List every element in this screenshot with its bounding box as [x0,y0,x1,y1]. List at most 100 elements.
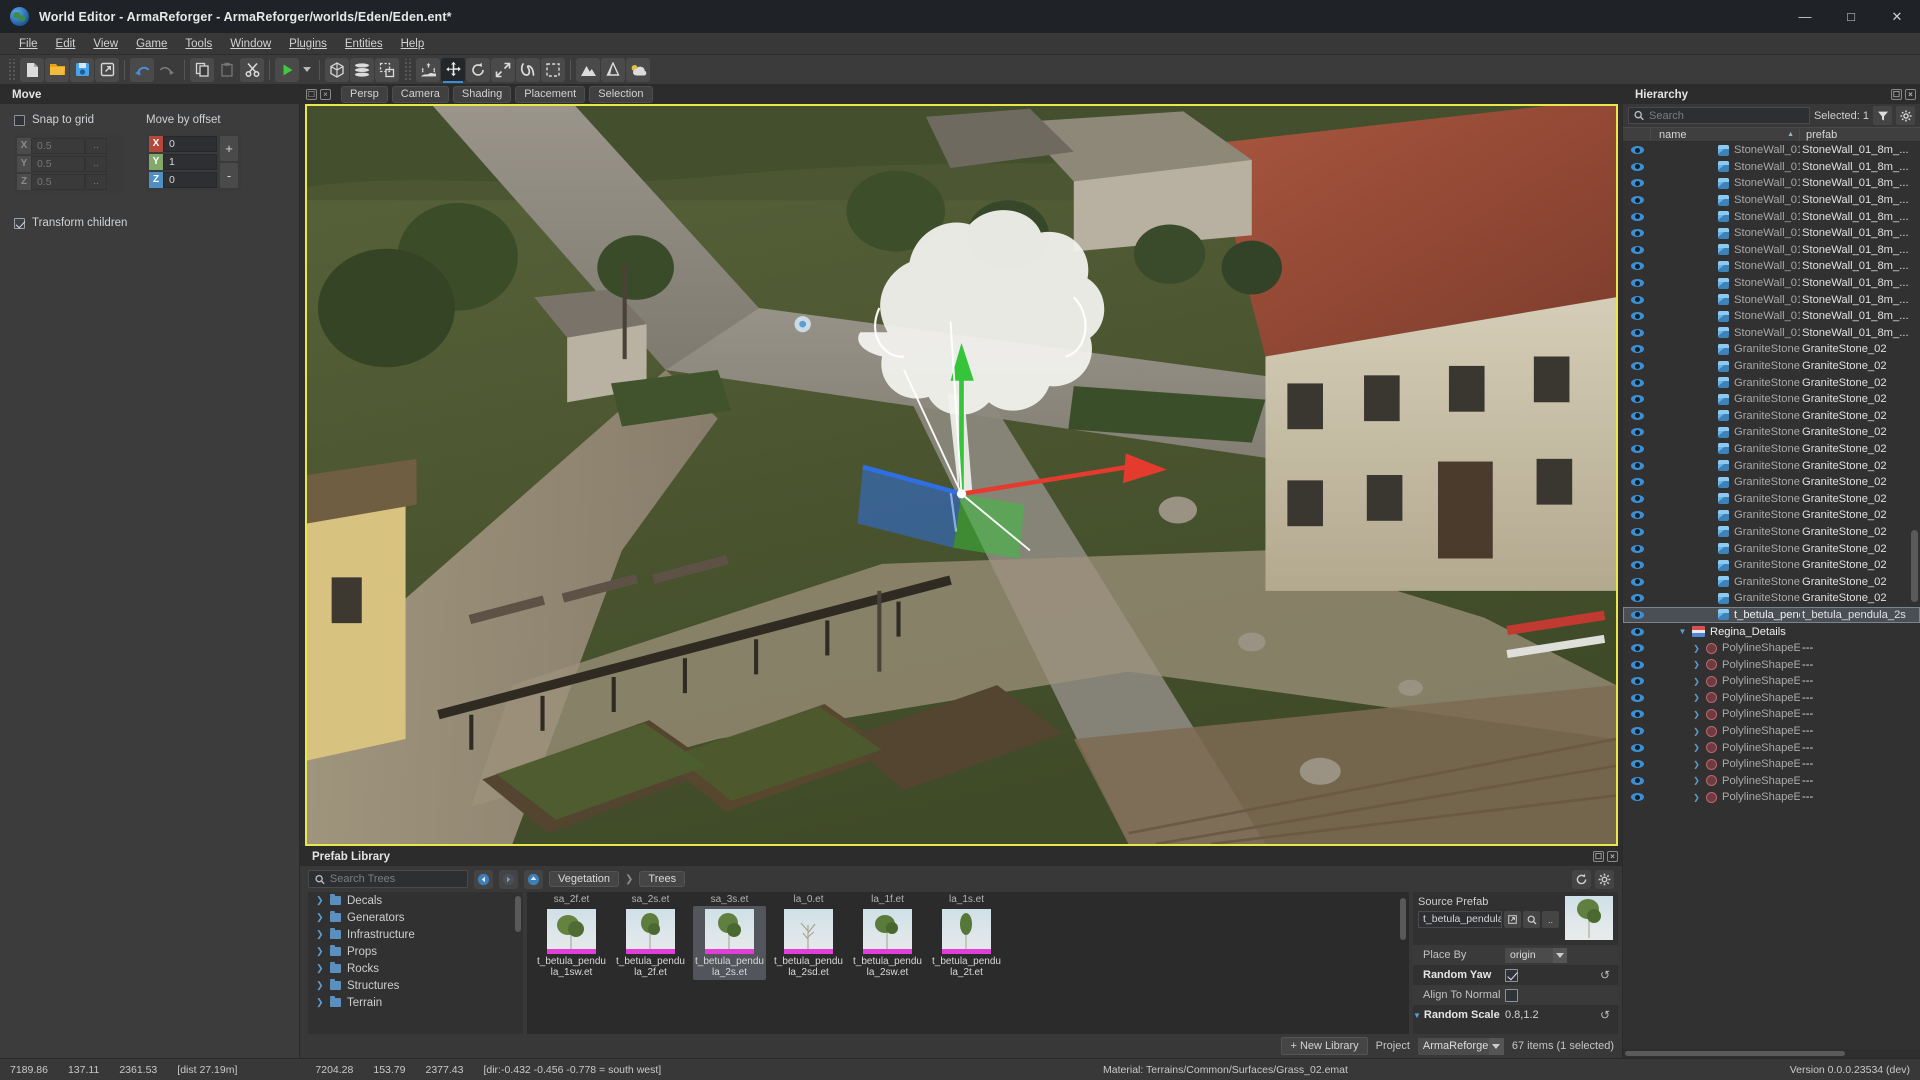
hierarchy-row[interactable]: GraniteStone_02_511GraniteStone_02 [1623,590,1920,607]
spline-tool-icon[interactable] [516,58,540,82]
chevron-right-icon[interactable]: ❯ [1692,677,1701,686]
menu-plugins[interactable]: Plugins [280,36,336,52]
align-to-normal-checkbox[interactable] [1505,989,1518,1002]
close-button[interactable]: ✕ [1874,0,1920,33]
visibility-toggle-icon[interactable] [1623,379,1651,387]
terrain-tool-icon[interactable] [416,58,440,82]
visibility-toggle-icon[interactable] [1623,777,1651,785]
visibility-toggle-icon[interactable] [1623,445,1651,453]
select-tool-icon[interactable] [541,58,565,82]
prefab-cell[interactable]: t_betula_pendula_1sw.et [535,906,608,980]
hierarchy-search-box[interactable] [1628,107,1810,124]
hierarchy-row[interactable]: StoneWall_01_8m_E...StoneWall_01_8m_... [1623,142,1920,159]
flag-icon[interactable] [601,58,625,82]
tab-camera[interactable]: Camera [392,86,449,103]
hierarchy-row[interactable]: GraniteStone_02_502GraniteStone_02 [1623,441,1920,458]
hierarchy-row[interactable]: StoneWall_01_8m_E...StoneWall_01_8m_... [1623,291,1920,308]
visibility-toggle-icon[interactable] [1623,661,1651,669]
tab-placement[interactable]: Placement [515,86,585,103]
3d-viewport[interactable] [305,104,1618,846]
viewport-close-icon[interactable]: × [320,89,331,100]
visibility-toggle-icon[interactable] [1623,329,1651,337]
prefab-library-float-icon[interactable]: ☐ [1593,851,1604,862]
hierarchy-float-icon[interactable]: ☐ [1891,89,1902,100]
hierarchy-row[interactable]: GraniteStone_02_507GraniteStone_02 [1623,524,1920,541]
visibility-toggle-icon[interactable] [1623,677,1651,685]
visibility-toggle-icon[interactable] [1623,213,1651,221]
random-scale-value[interactable]: 0.8,1.2 [1505,1009,1539,1021]
prefab-search-input[interactable] [330,873,461,885]
folder-terrain[interactable]: ❯Terrain [308,994,523,1011]
prefab-library-close-icon[interactable]: × [1607,851,1618,862]
hierarchy-row[interactable]: t_betula_pendula_2...t_betula_pendula_2s [1623,607,1920,624]
offset-axis-x-input[interactable]: 0 [163,136,217,152]
prefab-cell-selected[interactable]: t_betula_pendula_2s.et [693,906,766,980]
visibility-toggle-icon[interactable] [1623,511,1651,519]
visibility-toggle-icon[interactable] [1623,793,1651,801]
move-tool-icon[interactable] [441,58,465,82]
new-library-button[interactable]: + New Library [1281,1037,1367,1055]
hierarchy-row[interactable]: StoneWall_01_8m_E...StoneWall_01_8m_... [1623,192,1920,209]
mountain-icon[interactable] [576,58,600,82]
menu-game[interactable]: Game [127,36,176,52]
hierarchy-row[interactable]: GraniteStone_02_497GraniteStone_02 [1623,358,1920,375]
tab-selection[interactable]: Selection [589,86,652,103]
undo-icon[interactable] [130,58,154,82]
chevron-right-icon[interactable]: ❯ [1692,644,1701,653]
menu-entities[interactable]: Entities [336,36,392,52]
hierarchy-list[interactable]: StoneWall_01_8m_E...StoneWall_01_8m_...S… [1623,142,1920,1049]
hierarchy-row[interactable]: ❯PolylineShapeEntity...--- [1623,690,1920,707]
visibility-toggle-icon[interactable] [1623,710,1651,718]
chevron-right-icon[interactable]: ❯ [1692,660,1701,669]
hierarchy-row[interactable]: ▼Regina_Details [1623,623,1920,640]
scale-tool-icon[interactable] [491,58,515,82]
open-external-icon[interactable] [1504,911,1521,928]
visibility-toggle-icon[interactable] [1623,462,1651,470]
hierarchy-row[interactable]: GraniteStone_02_496GraniteStone_02 [1623,341,1920,358]
copy-icon[interactable] [190,58,214,82]
chevron-right-icon[interactable]: ❯ [1692,693,1701,702]
visibility-toggle-icon[interactable] [1623,163,1651,171]
minimize-button[interactable]: — [1782,0,1828,33]
visibility-toggle-icon[interactable] [1623,628,1651,636]
chevron-right-icon[interactable]: ❯ [1692,760,1701,769]
hierarchy-row[interactable]: ❯PolylineShapeEntity...--- [1623,673,1920,690]
column-prefab[interactable]: prefab [1800,129,1920,141]
hierarchy-row[interactable]: StoneWall_01_8m_E...StoneWall_01_8m_... [1623,258,1920,275]
hierarchy-row[interactable]: GraniteStone_02_500GraniteStone_02 [1623,408,1920,425]
group-icon[interactable] [375,58,399,82]
property-align-to-normal[interactable]: Align To Normal [1413,985,1618,1005]
folder-props[interactable]: ❯Props [308,943,523,960]
hierarchy-row[interactable]: ❯PolylineShapeEntity...--- [1623,706,1920,723]
maximize-button[interactable]: □ [1828,0,1874,33]
hierarchy-scrollbar[interactable] [1911,530,1918,602]
toolbar-grip-2[interactable] [403,59,412,81]
hierarchy-row[interactable]: GraniteStone_02_498GraniteStone_02 [1623,374,1920,391]
snap-axis-x-input[interactable]: 0.5 [31,138,85,154]
rotate-tool-icon[interactable] [466,58,490,82]
snap-axis-y-input[interactable]: 0.5 [31,156,85,172]
hierarchy-row[interactable]: GraniteStone_02_509GraniteStone_02 [1623,557,1920,574]
visibility-toggle-icon[interactable] [1623,229,1651,237]
filter-icon[interactable] [1873,106,1892,125]
visibility-toggle-icon[interactable] [1623,362,1651,370]
chevron-down-icon[interactable]: ▼ [1413,1011,1421,1020]
menu-file[interactable]: File [10,36,47,52]
hierarchy-row[interactable]: GraniteStone_02_508GraniteStone_02 [1623,540,1920,557]
property-random-scale[interactable]: ▼ Random Scale 0.8,1.2 ↺ [1413,1005,1618,1025]
visibility-toggle-icon[interactable] [1623,528,1651,536]
chevron-right-icon[interactable]: ❯ [1692,710,1701,719]
hierarchy-row[interactable]: GraniteStone_02_501GraniteStone_02 [1623,424,1920,441]
hierarchy-row[interactable]: ❯PolylineShapeEntity...--- [1623,723,1920,740]
hierarchy-row[interactable]: GraniteStone_02_510GraniteStone_02 [1623,573,1920,590]
snap-axis-y-more[interactable]: .. [85,156,107,172]
new-file-icon[interactable] [20,58,44,82]
hierarchy-row[interactable]: ❯PolylineShapeEntity...--- [1623,756,1920,773]
gear-icon[interactable] [1595,870,1614,889]
hierarchy-row[interactable]: StoneWall_01_8m_E...StoneWall_01_8m_... [1623,159,1920,176]
folder-structures[interactable]: ❯Structures [308,977,523,994]
viewport-float-icon[interactable]: ☐ [306,89,317,100]
visibility-toggle-icon[interactable] [1623,312,1651,320]
visibility-toggle-icon[interactable] [1623,561,1651,569]
hierarchy-row[interactable]: StoneWall_01_8m_E...StoneWall_01_8m_... [1623,175,1920,192]
